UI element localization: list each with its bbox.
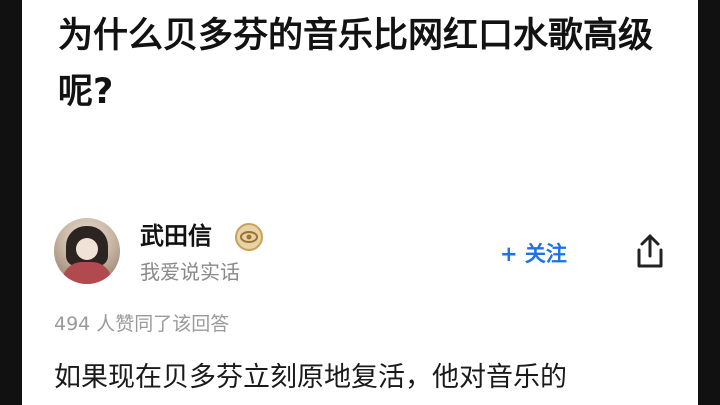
badge-icon (235, 223, 263, 251)
share-icon[interactable] (632, 232, 668, 272)
video-frame-right (698, 0, 720, 405)
follow-button[interactable]: + 关注 (500, 236, 567, 270)
video-frame-left (0, 0, 22, 405)
vote-count: 494 人赞同了该回答 (54, 313, 230, 335)
question-title[interactable]: 为什么贝多芬的音乐比网红口水歌高级呢? (58, 8, 670, 120)
author-name[interactable]: 武田信 (140, 220, 212, 252)
avatar-face (76, 238, 98, 260)
answer-text-preview[interactable]: 如果现在贝多芬立刻原地复活，他对音乐的 (54, 358, 567, 398)
follow-label: + 关注 (500, 242, 567, 266)
author-avatar[interactable] (54, 218, 120, 284)
avatar-body (62, 262, 112, 284)
answer-page: 为什么贝多芬的音乐比网红口水歌高级呢? 武田信 我爱说实话 + 关注 494 人… (22, 0, 698, 405)
author-bio: 我爱说实话 (140, 260, 240, 284)
